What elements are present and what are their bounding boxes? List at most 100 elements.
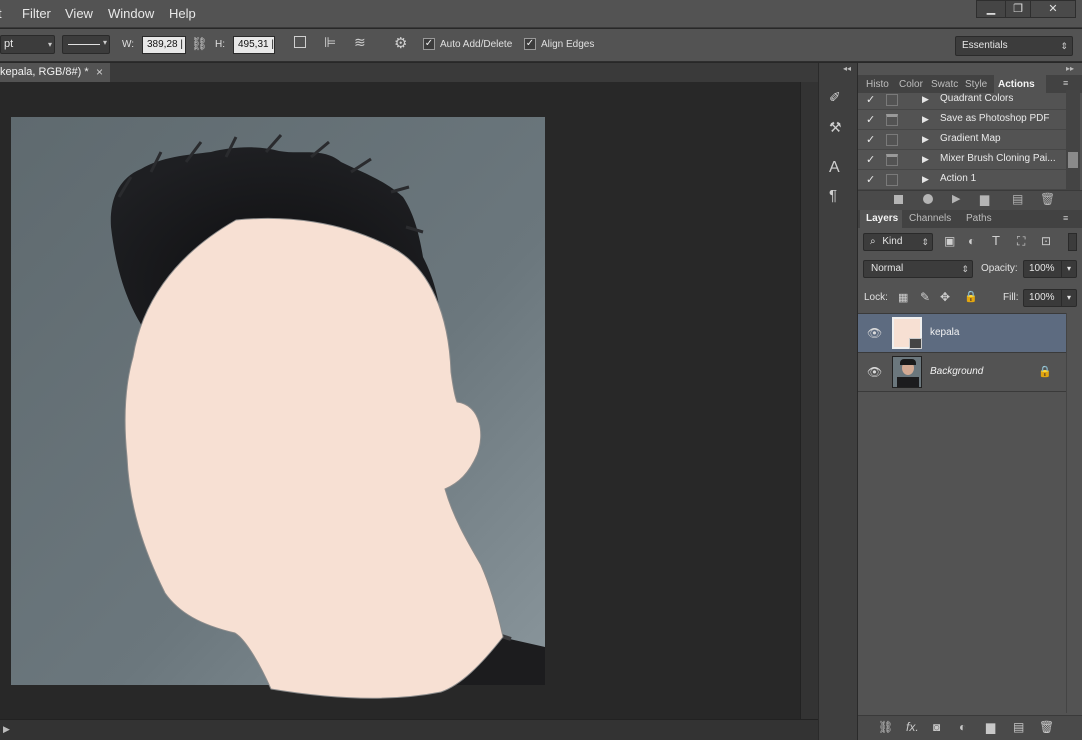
layer-row-kepala[interactable]: 👁 kepala — [858, 314, 1066, 353]
stop-icon[interactable] — [894, 195, 903, 204]
action-row[interactable]: ✓ ▶ Quadrant Colors — [858, 90, 1066, 110]
path-alignment-icon[interactable]: ⊫ — [324, 34, 336, 51]
dialog-toggle-icon[interactable] — [886, 134, 898, 146]
menu-filter[interactable]: Filter — [22, 6, 51, 21]
chevron-down-icon[interactable]: ▾ — [1061, 290, 1076, 306]
document-canvas[interactable] — [11, 117, 545, 699]
tab-layers[interactable]: Layers — [866, 210, 898, 227]
expand-arrow-icon[interactable]: ▶ — [922, 114, 929, 125]
minimize-button[interactable]: ▁ — [976, 0, 1006, 18]
vector-mask-icon — [909, 338, 922, 349]
dialog-toggle-icon[interactable] — [886, 154, 898, 166]
unit-dropdown[interactable]: pt ▾ — [0, 35, 55, 54]
folder-icon[interactable]: ▆ — [980, 192, 989, 206]
delete-layer-icon[interactable]: 🗑 — [1039, 720, 1054, 734]
workspace-dropdown[interactable]: Essentials ⇕ — [955, 36, 1073, 56]
layers-panel-menu-icon[interactable]: ≡ — [1063, 213, 1068, 223]
blend-mode-dropdown[interactable]: Normal ⇕ — [863, 260, 973, 278]
smart-object-filter-icon[interactable]: ⊡ — [1041, 234, 1051, 248]
check-icon[interactable]: ✓ — [866, 173, 875, 186]
link-layers-icon[interactable]: ⛓ — [878, 720, 893, 734]
tab-paths[interactable]: Paths — [966, 210, 992, 227]
check-icon[interactable]: ✓ — [866, 113, 875, 126]
lock-all-icon[interactable]: 🔒 — [964, 290, 978, 303]
character-panel-icon[interactable]: A — [829, 159, 840, 177]
tab-channels[interactable]: Channels — [909, 210, 951, 227]
width-field[interactable]: 389,28 | — [142, 36, 186, 54]
auto-add-delete-checkbox[interactable]: ✓ — [423, 38, 435, 50]
eye-icon[interactable]: 👁 — [867, 326, 882, 340]
action-row[interactable]: ✓ ▶ Mixer Brush Cloning Pai... — [858, 150, 1066, 170]
action-row[interactable]: ✓ ▶ Gradient Map — [858, 130, 1066, 150]
layers-list: 👁 kepala 👁 Background 🔒 — [858, 313, 1066, 713]
height-field[interactable]: 495,31 | — [233, 36, 275, 54]
group-folder-icon[interactable]: ▆ — [986, 720, 995, 734]
document-tab[interactable]: kepala, RGB/8#) * — [0, 63, 110, 82]
brush-presets-icon[interactable]: ✐ — [829, 89, 841, 106]
collapse-dock-icon[interactable]: ◂◂ — [843, 64, 851, 73]
action-row[interactable]: ✓ ▶ Save as Photoshop PDF — [858, 110, 1066, 130]
pixel-filter-icon[interactable]: ▣ — [944, 234, 955, 248]
dialog-toggle-icon[interactable] — [886, 174, 898, 186]
type-filter-icon[interactable]: T — [992, 233, 1000, 248]
menu-window[interactable]: Window — [108, 6, 154, 21]
menu-view[interactable]: View — [65, 6, 93, 21]
layer-row-background[interactable]: 👁 Background 🔒 — [858, 353, 1066, 392]
fill-field[interactable]: 100% ▾ — [1023, 289, 1077, 307]
lock-transparent-icon[interactable]: ▦ — [898, 291, 908, 304]
tool-presets-icon[interactable]: ⚒ — [829, 119, 842, 136]
expand-panels-icon[interactable]: ▸▸ — [1066, 64, 1074, 73]
gear-icon[interactable]: ⚙ — [394, 34, 407, 52]
right-panels: ▸▸ Histo Color Swatc Style Actions ≡ ✓ ▶… — [858, 63, 1082, 740]
trash-icon[interactable]: 🗑 — [1040, 192, 1055, 206]
adjustment-layer-icon[interactable]: ◐ — [959, 720, 966, 734]
record-icon[interactable] — [923, 194, 933, 204]
dialog-toggle-icon[interactable] — [886, 114, 898, 126]
align-edges-checkbox[interactable]: ✓ — [524, 38, 536, 50]
new-action-icon[interactable]: ▤ — [1012, 192, 1023, 206]
check-icon[interactable]: ✓ — [866, 93, 875, 106]
link-icon[interactable]: ⛓ — [191, 36, 208, 52]
path-arrangement-icon[interactable]: ≋ — [354, 34, 366, 51]
actions-scrollbar[interactable] — [1066, 90, 1080, 190]
menu-help[interactable]: Help — [169, 6, 196, 21]
layers-scrollbar[interactable] — [1066, 313, 1082, 713]
opacity-label: Opacity: — [981, 263, 1018, 274]
stroke-type-dropdown[interactable]: ▾ — [62, 35, 110, 54]
adjustment-filter-icon[interactable]: ◐ — [968, 234, 975, 248]
chevron-down-icon[interactable]: ▾ — [1061, 261, 1076, 277]
close-tab-icon[interactable]: × — [96, 65, 103, 79]
panel-menu-icon[interactable]: ≡ — [1063, 78, 1068, 88]
lock-brush-icon[interactable]: ✎ — [920, 290, 930, 304]
add-mask-icon[interactable]: ◙ — [933, 720, 940, 734]
path-operations-icon[interactable] — [294, 36, 306, 48]
check-icon[interactable]: ✓ — [866, 133, 875, 146]
filter-kind-dropdown[interactable]: ⌕ Kind ⇕ — [863, 233, 933, 251]
filter-toggle[interactable] — [1068, 233, 1077, 251]
scroll-left-arrow-icon[interactable]: ▶ — [3, 724, 10, 735]
paragraph-panel-icon[interactable]: ¶ — [829, 187, 837, 204]
dialog-toggle-icon[interactable] — [886, 94, 898, 106]
expand-arrow-icon[interactable]: ▶ — [922, 154, 929, 165]
eye-icon[interactable]: 👁 — [867, 365, 882, 379]
horizontal-scrollbar[interactable]: ▶ — [0, 719, 818, 740]
action-row[interactable]: ✓ ▶ Action 1 — [858, 170, 1066, 190]
play-icon[interactable]: ▶ — [952, 192, 960, 205]
lock-position-icon[interactable]: ✥ — [940, 290, 950, 304]
shape-filter-icon[interactable]: ⛶ — [1017, 234, 1025, 249]
expand-arrow-icon[interactable]: ▶ — [922, 174, 929, 185]
actions-scroll-thumb[interactable] — [1068, 152, 1078, 168]
expand-arrow-icon[interactable]: ▶ — [922, 94, 929, 105]
layer-name[interactable]: kepala — [930, 327, 959, 338]
fx-icon[interactable]: fx. — [906, 720, 919, 734]
new-layer-icon[interactable]: ▤ — [1013, 720, 1024, 734]
vertical-scrollbar[interactable] — [800, 82, 818, 719]
layer-name[interactable]: Background — [930, 366, 983, 377]
restore-button[interactable]: ❐ — [1005, 0, 1031, 18]
menu-type[interactable]: t — [0, 6, 2, 21]
opacity-field[interactable]: 100% ▾ — [1023, 260, 1077, 278]
lock-icon: 🔒 — [1038, 366, 1052, 378]
check-icon[interactable]: ✓ — [866, 153, 875, 166]
close-window-button[interactable]: ✕ — [1030, 0, 1076, 18]
expand-arrow-icon[interactable]: ▶ — [922, 134, 929, 145]
